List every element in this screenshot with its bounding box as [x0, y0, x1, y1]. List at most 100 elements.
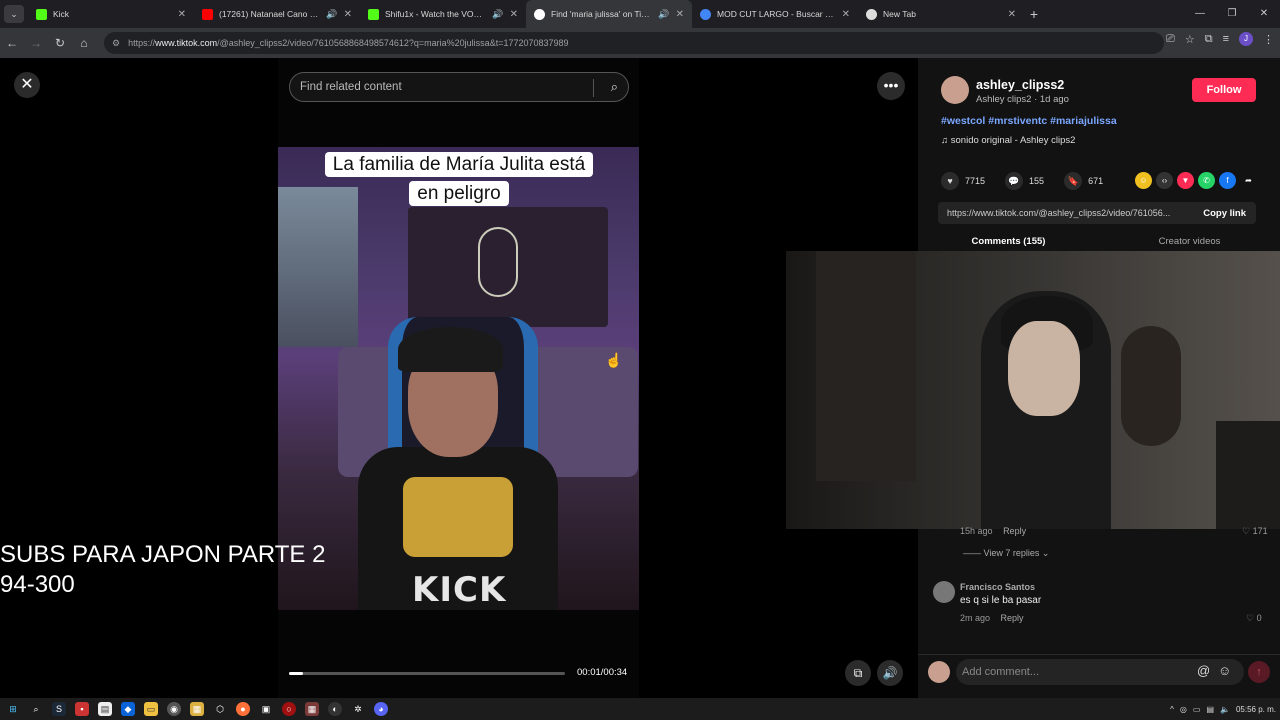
file-explorer-icon[interactable]: ▭	[144, 702, 158, 716]
forward-icon[interactable]: →	[24, 36, 48, 50]
browser-tab[interactable]: Shifu1x - Watch the VOD on Kick 🔊 ✕	[360, 0, 526, 28]
commenter-name[interactable]: Francisco Santos	[960, 582, 1035, 592]
profile-avatar[interactable]: J	[1239, 32, 1253, 46]
mention-icon[interactable]: @	[1197, 663, 1210, 678]
close-tab-icon[interactable]: ✕	[510, 9, 518, 20]
video-hashtags[interactable]: #westcol #mrstiventc #mariajulissa	[941, 115, 1117, 127]
bookmark-icon[interactable]: 🔖	[1064, 172, 1083, 190]
reading-list-icon[interactable]: ≡	[1223, 33, 1229, 45]
author-avatar[interactable]	[941, 76, 969, 104]
close-window-icon[interactable]: ✕	[1248, 0, 1280, 28]
close-video-button[interactable]: ✕	[14, 72, 40, 98]
site-info-icon[interactable]: ⚙	[112, 38, 120, 49]
reload-icon[interactable]: ↻	[48, 36, 72, 50]
video-window-shape	[278, 187, 358, 347]
back-icon[interactable]: ←	[0, 36, 24, 50]
bookmark-star-icon[interactable]: ☆	[1185, 33, 1195, 46]
minimize-icon[interactable]: —	[1184, 0, 1216, 28]
reply-button[interactable]: Reply	[1003, 526, 1026, 536]
facebook-icon[interactable]: f	[1219, 172, 1236, 189]
comment-time: 2m ago	[960, 613, 991, 623]
tab-search-button[interactable]: ⌄	[4, 5, 24, 23]
steam-icon[interactable]: S	[52, 702, 66, 716]
friends-share-icon[interactable]: ☺	[1135, 172, 1152, 189]
app-gear-icon[interactable]: ✲	[351, 702, 365, 716]
share-arrow-icon[interactable]: ➦	[1240, 172, 1257, 189]
chevron-down-icon: ⌄	[1041, 548, 1050, 558]
webcam-face-shape	[1008, 321, 1080, 416]
close-tab-icon[interactable]: ✕	[344, 9, 352, 20]
tab-title: New Tab	[883, 9, 916, 19]
video-cap-shape	[398, 327, 503, 372]
video-frame[interactable]	[278, 147, 639, 610]
volume-button[interactable]: 🔊	[877, 660, 903, 686]
comment-icon[interactable]: 💬	[1005, 172, 1024, 190]
notepad-icon[interactable]: ▤	[98, 702, 112, 716]
app-grid-icon[interactable]: ▦	[305, 702, 319, 716]
browser-tab[interactable]: Kick ✕	[28, 0, 194, 28]
speaker-icon[interactable]: 🔊	[326, 9, 337, 20]
menu-kebab-icon[interactable]: ⋮	[1263, 33, 1274, 46]
close-tab-icon[interactable]: ✕	[842, 9, 850, 20]
browser-tab-active[interactable]: Find 'maria julissa' on TikTok 🔊 ✕	[526, 0, 692, 28]
comment-like[interactable]: ♡ 171	[1242, 526, 1268, 537]
more-options-button[interactable]: •••	[877, 72, 905, 100]
tab-creator-videos[interactable]: Creator videos	[1099, 236, 1280, 252]
volume-tray-icon[interactable]: 🔈	[1220, 705, 1230, 714]
copy-link-button[interactable]: Copy link	[1203, 208, 1246, 219]
search-icon[interactable]: ⌕	[29, 702, 43, 716]
post-comment-button[interactable]: ↑	[1248, 661, 1270, 683]
search-icon[interactable]: ⌕	[611, 79, 618, 95]
app-yellow-icon[interactable]: ▦	[190, 702, 204, 716]
embed-icon[interactable]: ‹›	[1156, 172, 1173, 189]
close-tab-icon[interactable]: ✕	[676, 9, 684, 20]
follow-button[interactable]: Follow	[1192, 78, 1256, 102]
new-tab-button[interactable]: +	[1024, 6, 1044, 22]
related-search-input[interactable]: Find related content ⌕	[289, 72, 629, 102]
home-icon[interactable]: ⌂	[72, 36, 96, 50]
author-username[interactable]: ashley_clipss2	[976, 78, 1064, 92]
app-box-icon[interactable]: ▣	[259, 702, 273, 716]
app-red-icon[interactable]: ○	[282, 702, 296, 716]
hand-cursor-icon: ☝	[605, 352, 623, 368]
reply-button[interactable]: Reply	[1001, 613, 1024, 623]
commenter-avatar[interactable]	[933, 581, 955, 603]
send-icon[interactable]: ▼	[1177, 172, 1194, 189]
heart-outline-icon: ♡	[1242, 526, 1251, 536]
chrome-icon[interactable]: ◉	[167, 702, 181, 716]
discord-icon[interactable]: ◕	[374, 702, 388, 716]
app-blue-icon[interactable]: ◆	[121, 702, 135, 716]
windows-start-icon[interactable]: ⊞	[6, 702, 20, 716]
whatsapp-icon[interactable]: ✆	[1198, 172, 1215, 189]
network-icon[interactable]: ▤	[1206, 705, 1214, 714]
restore-icon[interactable]: ❐	[1216, 0, 1248, 28]
browser-tab[interactable]: New Tab ✕	[858, 0, 1024, 28]
tab-comments[interactable]: Comments (155)	[918, 236, 1099, 252]
browser-tab[interactable]: MOD CUT LARGO - Buscar con Google ✕	[692, 0, 858, 28]
firefox-icon[interactable]: ●	[236, 702, 250, 716]
pip-button[interactable]: ⧉	[845, 660, 871, 686]
comment-text: es q si le ba pasar	[960, 595, 1042, 606]
app-icon[interactable]: ▪	[75, 702, 89, 716]
sound-info[interactable]: ♫ sonido original - Ashley clips2	[941, 135, 1075, 146]
comment-like[interactable]: ♡ 0	[1246, 613, 1262, 624]
browser-tab[interactable]: (17261) Natanael Cano x Dan Sanchez 🔊 ✕	[194, 0, 360, 28]
comment-like-count: 0	[1256, 613, 1262, 623]
extensions-icon[interactable]: ⧉	[1205, 33, 1213, 46]
cast-icon[interactable]: ⎚	[1166, 33, 1175, 46]
clock-text[interactable]: 05:56 p. m.	[1236, 705, 1276, 714]
close-tab-icon[interactable]: ✕	[178, 9, 186, 20]
tray-chevron-icon[interactable]: ^	[1170, 705, 1174, 714]
video-progress-bar[interactable]	[289, 672, 565, 675]
address-bar[interactable]: ⚙ https://www.tiktok.com/@ashley_clipss2…	[104, 32, 1164, 54]
speaker-icon[interactable]: 🔊	[492, 9, 503, 20]
obs-icon[interactable]: ◐	[328, 702, 342, 716]
close-tab-icon[interactable]: ✕	[1008, 9, 1016, 20]
emoji-icon[interactable]: ☺	[1218, 663, 1231, 678]
battery-icon[interactable]: ▭	[1193, 705, 1201, 714]
heart-icon[interactable]: ♥	[941, 172, 959, 190]
view-replies[interactable]: —— View 7 replies ⌄	[963, 548, 1049, 559]
tray-app-icon[interactable]: ◎	[1180, 705, 1187, 714]
app-cube-icon[interactable]: ⬡	[213, 702, 227, 716]
speaker-icon[interactable]: 🔊	[658, 9, 669, 20]
